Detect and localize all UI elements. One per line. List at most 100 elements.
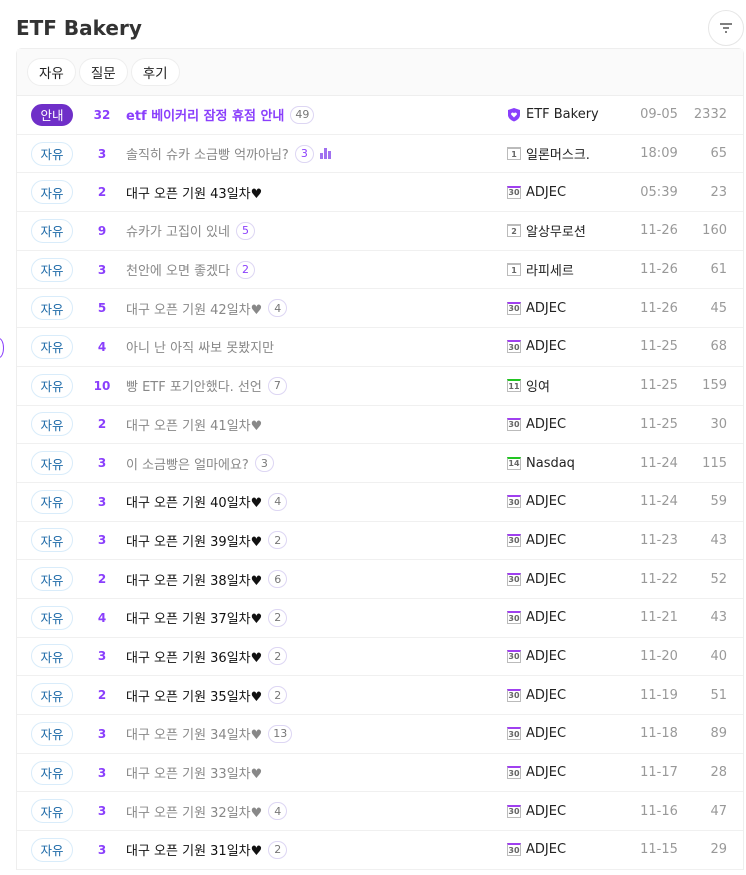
view-count: 68 xyxy=(710,339,727,355)
author[interactable]: 30 ADJEC xyxy=(507,301,566,316)
table-row[interactable]: 자유 3 이 소금빵은 얼마에요? 3 14 Nasdaq 11-24 115 xyxy=(17,444,743,483)
post-date: 11-15 xyxy=(640,842,678,858)
author[interactable]: 30 ADJEC xyxy=(507,185,566,200)
table-row[interactable]: 자유 2 대구 오픈 기원 38일차♥ 6 30 ADJEC 11-22 52 xyxy=(17,560,743,599)
post-title-link[interactable]: 이 소금빵은 얼마에요? 3 xyxy=(126,454,274,473)
view-count: 160 xyxy=(702,223,727,239)
author[interactable]: 30 ADJEC xyxy=(507,726,566,741)
level-icon: 30 xyxy=(507,340,521,354)
author[interactable]: 30 ADJEC xyxy=(507,339,566,354)
post-title-link[interactable]: 대구 오픈 기원 33일차♥ xyxy=(126,763,262,782)
author[interactable]: ETF Bakery xyxy=(507,107,599,122)
category-badge: 자유 xyxy=(31,528,73,553)
post-title: 빵 ETF 포기안했다. 선언 xyxy=(126,380,262,396)
post-title: 솔직히 슈카 소금빵 억까아님? xyxy=(126,148,289,164)
level-icon: 30 xyxy=(507,495,521,509)
category-badge: 안내 xyxy=(31,103,73,126)
table-row[interactable]: 자유 3 대구 오픈 기원 32일차♥ 4 30 ADJEC 11-16 47 xyxy=(17,792,743,832)
author[interactable]: 2 알상무로션 xyxy=(507,221,586,240)
post-title-link[interactable]: 대구 오픈 기원 37일차♥ 2 xyxy=(126,608,288,627)
view-count: 28 xyxy=(710,765,727,781)
view-count: 47 xyxy=(710,803,727,819)
recommend-count: 2 xyxy=(97,572,107,587)
post-title-link[interactable]: 대구 오픈 기원 36일차♥ 2 xyxy=(126,647,288,666)
comment-count: 2 xyxy=(268,686,288,705)
post-title-link[interactable]: 대구 오픈 기원 42일차♥ 4 xyxy=(126,299,288,318)
post-date: 11-26 xyxy=(640,300,678,316)
table-row[interactable]: 자유 2 대구 오픈 기원 41일차♥ 30 ADJEC 11-25 30 xyxy=(17,406,743,445)
author[interactable]: 30 ADJEC xyxy=(507,765,566,780)
comment-count: 3 xyxy=(294,144,314,163)
table-row[interactable]: 자유 10 빵 ETF 포기안했다. 선언 7 11 잉여 11-25 159 xyxy=(17,367,743,406)
table-row[interactable]: 자유 4 아니 난 아직 싸보 못봤지만 30 ADJEC 11-25 68 xyxy=(17,328,743,367)
post-title-link[interactable]: 솔직히 슈카 소금빵 억까아님? 3 xyxy=(126,144,332,163)
author[interactable]: 30 ADJEC xyxy=(507,494,566,509)
tab-question[interactable]: 질문 xyxy=(78,58,128,86)
author[interactable]: 30 ADJEC xyxy=(507,533,566,548)
author[interactable]: 11 잉여 xyxy=(507,376,550,395)
author[interactable]: 30 ADJEC xyxy=(507,804,566,819)
post-title: 아니 난 아직 싸보 못봤지만 xyxy=(126,341,275,357)
post-title-link[interactable]: etf 베이커리 잠정 휴점 안내 49 xyxy=(126,105,315,124)
post-title: 대구 오픈 기원 36일차♥ xyxy=(126,650,263,666)
table-row[interactable]: 자유 3 대구 오픈 기원 39일차♥ 2 30 ADJEC 11-23 43 xyxy=(17,522,743,561)
post-date: 09-05 xyxy=(640,107,678,123)
view-count: 61 xyxy=(710,262,727,278)
table-row[interactable]: 자유 5 대구 오픈 기원 42일차♥ 4 30 ADJEC 11-26 45 xyxy=(17,289,743,329)
post-title-link[interactable]: 아니 난 아직 싸보 못봤지만 xyxy=(126,337,274,356)
author[interactable]: 30 ADJEC xyxy=(507,649,566,664)
author[interactable]: 30 ADJEC xyxy=(507,572,566,587)
post-date: 11-21 xyxy=(640,610,678,626)
author[interactable]: 30 ADJEC xyxy=(507,842,566,857)
table-row[interactable]: 자유 3 대구 오픈 기원 36일차♥ 2 30 ADJEC 11-20 40 xyxy=(17,638,743,677)
post-date: 18:09 xyxy=(640,146,678,162)
table-row[interactable]: 자유 3 대구 오픈 기원 34일차♥ 13 30 ADJEC 11-18 89 xyxy=(17,715,743,754)
table-row[interactable]: 안내 32 etf 베이커리 잠정 휴점 안내 49 ETF Bakery 09-05 23… xyxy=(17,96,743,135)
table-row[interactable]: 자유 3 대구 오픈 기원 40일차♥ 4 30 ADJEC 11-24 59 xyxy=(17,483,743,522)
level-icon: 30 xyxy=(507,533,521,547)
author-name: ADJEC xyxy=(526,842,567,858)
table-row[interactable]: 자유 2 대구 오픈 기원 35일차♥ 2 30 ADJEC 11-19 51 xyxy=(17,676,743,715)
table-row[interactable]: 자유 3 솔직히 슈카 소금빵 억까아님? 3 1 일론머스크. 18:09 65 xyxy=(17,135,743,174)
author[interactable]: 1 라피세르 xyxy=(507,260,574,279)
post-title-link[interactable]: 대구 오픈 기원 39일차♥ 2 xyxy=(126,531,288,550)
category-badge: 자유 xyxy=(31,760,73,785)
post-title-link[interactable]: 빵 ETF 포기안했다. 선언 7 xyxy=(126,376,287,395)
category-badge: 자유 xyxy=(31,567,73,592)
comment-count: 5 xyxy=(235,221,255,240)
filter-button[interactable] xyxy=(708,10,744,46)
post-date: 11-23 xyxy=(640,532,678,548)
author[interactable]: 30 ADJEC xyxy=(507,688,566,703)
table-row[interactable]: 자유 3 대구 오픈 기원 31일차♥ 2 30 ADJEC 11-15 29 xyxy=(17,831,743,870)
post-date: 11-25 xyxy=(640,378,678,394)
author[interactable]: 1 일론머스크. xyxy=(507,144,590,163)
table-row[interactable]: 자유 3 천안에 오면 좋겠다 2 1 라피세르 11-26 61 xyxy=(17,251,743,290)
post-title-link[interactable]: 대구 오픈 기원 38일차♥ 6 xyxy=(126,570,288,589)
post-title-link[interactable]: 천안에 오면 좋겠다 2 xyxy=(126,260,255,279)
post-title-link[interactable]: 대구 오픈 기원 34일차♥ 13 xyxy=(126,724,293,743)
comment-count: 4 xyxy=(268,299,288,318)
author[interactable]: 30 ADJEC xyxy=(507,417,566,432)
level-icon: 14 xyxy=(507,456,521,470)
table-row[interactable]: 자유 9 슈카가 고집이 있네 5 2 알상무로션 11-26 160 xyxy=(17,212,743,251)
post-title-link[interactable]: 대구 오픈 기원 32일차♥ 4 xyxy=(126,802,288,821)
post-title-link[interactable]: 대구 오픈 기원 41일차♥ xyxy=(126,415,262,434)
post-title-link[interactable]: 대구 오픈 기원 43일차♥ xyxy=(126,183,262,202)
view-count: 59 xyxy=(710,494,727,510)
table-row[interactable]: 자유 2 대구 오픈 기원 43일차♥ 30 ADJEC 05:39 23 xyxy=(17,173,743,213)
level-icon: 30 xyxy=(507,688,521,702)
tab-free[interactable]: 자유 xyxy=(27,58,76,86)
post-title-link[interactable]: 대구 오픈 기원 40일차♥ 4 xyxy=(126,492,288,511)
table-row[interactable]: 자유 4 대구 오픈 기원 37일차♥ 2 30 ADJEC 11-21 43 xyxy=(17,599,743,638)
post-date: 11-22 xyxy=(640,571,678,587)
post-title-link[interactable]: 슈카가 고집이 있네 5 xyxy=(126,221,255,240)
post-title-link[interactable]: 대구 오픈 기원 35일차♥ 2 xyxy=(126,686,288,705)
table-row[interactable]: 자유 3 대구 오픈 기원 33일차♥ 30 ADJEC 11-17 28 xyxy=(17,754,743,793)
post-date: 11-20 xyxy=(640,648,678,664)
level-icon: 30 xyxy=(507,301,521,315)
post-title-link[interactable]: 대구 오픈 기원 31일차♥ 2 xyxy=(126,840,288,859)
author[interactable]: 30 ADJEC xyxy=(507,610,566,625)
author[interactable]: 14 Nasdaq xyxy=(507,456,575,471)
tab-review[interactable]: 후기 xyxy=(130,58,180,86)
view-count: 29 xyxy=(710,842,727,858)
